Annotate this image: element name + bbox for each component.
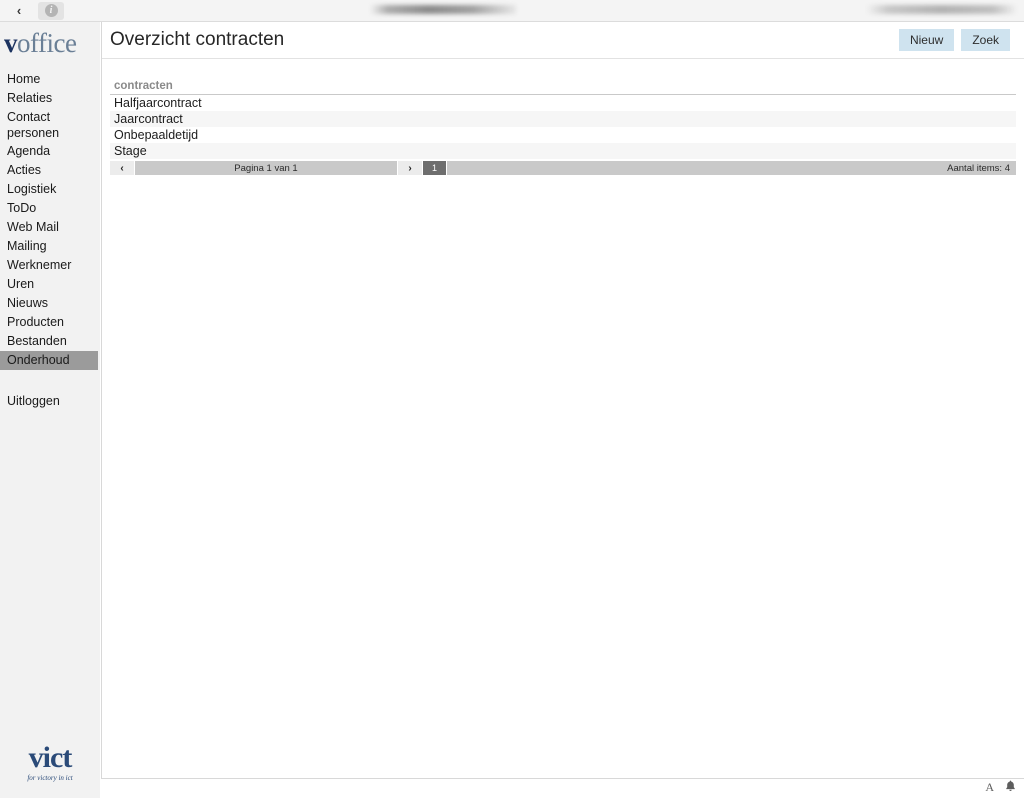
sidebar-item-contactpersonen[interactable]: Contact personen bbox=[0, 108, 59, 142]
logo-text-office: office bbox=[17, 28, 77, 58]
vict-footer-logo: vict for victory in ict bbox=[0, 741, 100, 783]
column-header-contracten[interactable]: contracten bbox=[110, 79, 1016, 95]
new-button[interactable]: Nieuw bbox=[898, 29, 955, 51]
text-size-icon[interactable]: A bbox=[985, 780, 994, 795]
next-page-button[interactable]: › bbox=[398, 161, 423, 175]
sidebar-item-agenda[interactable]: Agenda bbox=[0, 142, 100, 161]
cell-contract-name[interactable]: Jaarcontract bbox=[110, 111, 1016, 127]
cell-contract-name[interactable]: Onbepaaldetijd bbox=[110, 127, 1016, 143]
info-button[interactable]: i bbox=[38, 1, 64, 20]
content-area: contracten Halfjaarcontract Jaarcontract… bbox=[102, 59, 1024, 175]
sidebar: voffice Home Relaties Contact personen A… bbox=[0, 22, 100, 798]
table-body: Halfjaarcontract Jaarcontract Onbepaalde… bbox=[110, 94, 1016, 159]
page-number-1[interactable]: 1 bbox=[423, 161, 447, 175]
main-panel: Overzicht contracten Nieuw Zoek contract… bbox=[101, 22, 1024, 779]
header-actions: Nieuw Zoek bbox=[898, 29, 1010, 51]
info-icon: i bbox=[44, 4, 58, 17]
sidebar-item-mailing[interactable]: Mailing bbox=[0, 237, 100, 256]
sidebar-item-werknemer[interactable]: Werknemer bbox=[0, 256, 100, 275]
vict-logo-text: vict bbox=[28, 741, 73, 774]
table-row[interactable]: Halfjaarcontract bbox=[110, 94, 1016, 111]
voffice-logo: voffice bbox=[0, 22, 100, 57]
sidebar-item-uitloggen[interactable]: Uitloggen bbox=[0, 392, 100, 411]
address-bar-redacted[interactable] bbox=[370, 5, 516, 14]
sidebar-item-nieuws[interactable]: Nieuws bbox=[0, 294, 100, 313]
sidebar-item-uren[interactable]: Uren bbox=[0, 275, 100, 294]
logo-letter-v: v bbox=[4, 28, 18, 58]
sidebar-nav: Home Relaties Contact personen Agenda Ac… bbox=[0, 70, 100, 411]
chevron-left-icon: ‹ bbox=[16, 3, 22, 18]
contracts-table: contracten Halfjaarcontract Jaarcontract… bbox=[110, 79, 1016, 159]
sidebar-item-webmail[interactable]: Web Mail bbox=[0, 218, 100, 237]
table-row[interactable]: Onbepaaldetijd bbox=[110, 127, 1016, 143]
browser-chrome-bar: ‹ i bbox=[0, 0, 1024, 22]
status-icons: A bbox=[985, 780, 1016, 795]
bell-icon-svg bbox=[1006, 780, 1015, 791]
back-button[interactable]: ‹ bbox=[6, 2, 32, 20]
sidebar-item-home[interactable]: Home bbox=[0, 70, 100, 89]
chrome-right-redacted[interactable] bbox=[866, 5, 1016, 14]
sidebar-item-acties[interactable]: Acties bbox=[0, 161, 100, 180]
table-row[interactable]: Jaarcontract bbox=[110, 111, 1016, 127]
search-button[interactable]: Zoek bbox=[961, 29, 1010, 51]
vict-logo-tagline: for victory in ict bbox=[27, 774, 73, 782]
pagination-bar: ‹ Pagina 1 van 1 › 1 Aantal items: 4 bbox=[110, 161, 1016, 175]
sidebar-item-logistiek[interactable]: Logistiek bbox=[0, 180, 100, 199]
sidebar-item-onderhoud[interactable]: Onderhoud bbox=[0, 351, 98, 370]
page-header: Overzicht contracten Nieuw Zoek bbox=[102, 22, 1024, 59]
item-count-label: Aantal items: 4 bbox=[947, 162, 1010, 174]
bell-icon[interactable] bbox=[1005, 780, 1016, 795]
table-row[interactable]: Stage bbox=[110, 143, 1016, 159]
page-title: Overzicht contracten bbox=[110, 29, 285, 50]
table-header-row: contracten bbox=[110, 79, 1016, 95]
prev-page-button[interactable]: ‹ bbox=[110, 161, 135, 175]
table-head: contracten bbox=[110, 79, 1016, 95]
sidebar-item-todo[interactable]: ToDo bbox=[0, 199, 100, 218]
sidebar-item-relaties[interactable]: Relaties bbox=[0, 89, 100, 108]
page-indicator-label: Pagina 1 van 1 bbox=[135, 161, 398, 175]
cell-contract-name[interactable]: Halfjaarcontract bbox=[110, 94, 1016, 111]
sidebar-item-producten[interactable]: Producten bbox=[0, 313, 100, 332]
item-count-container: Aantal items: 4 bbox=[447, 161, 1016, 175]
sidebar-item-bestanden[interactable]: Bestanden bbox=[0, 332, 100, 351]
cell-contract-name[interactable]: Stage bbox=[110, 143, 1016, 159]
